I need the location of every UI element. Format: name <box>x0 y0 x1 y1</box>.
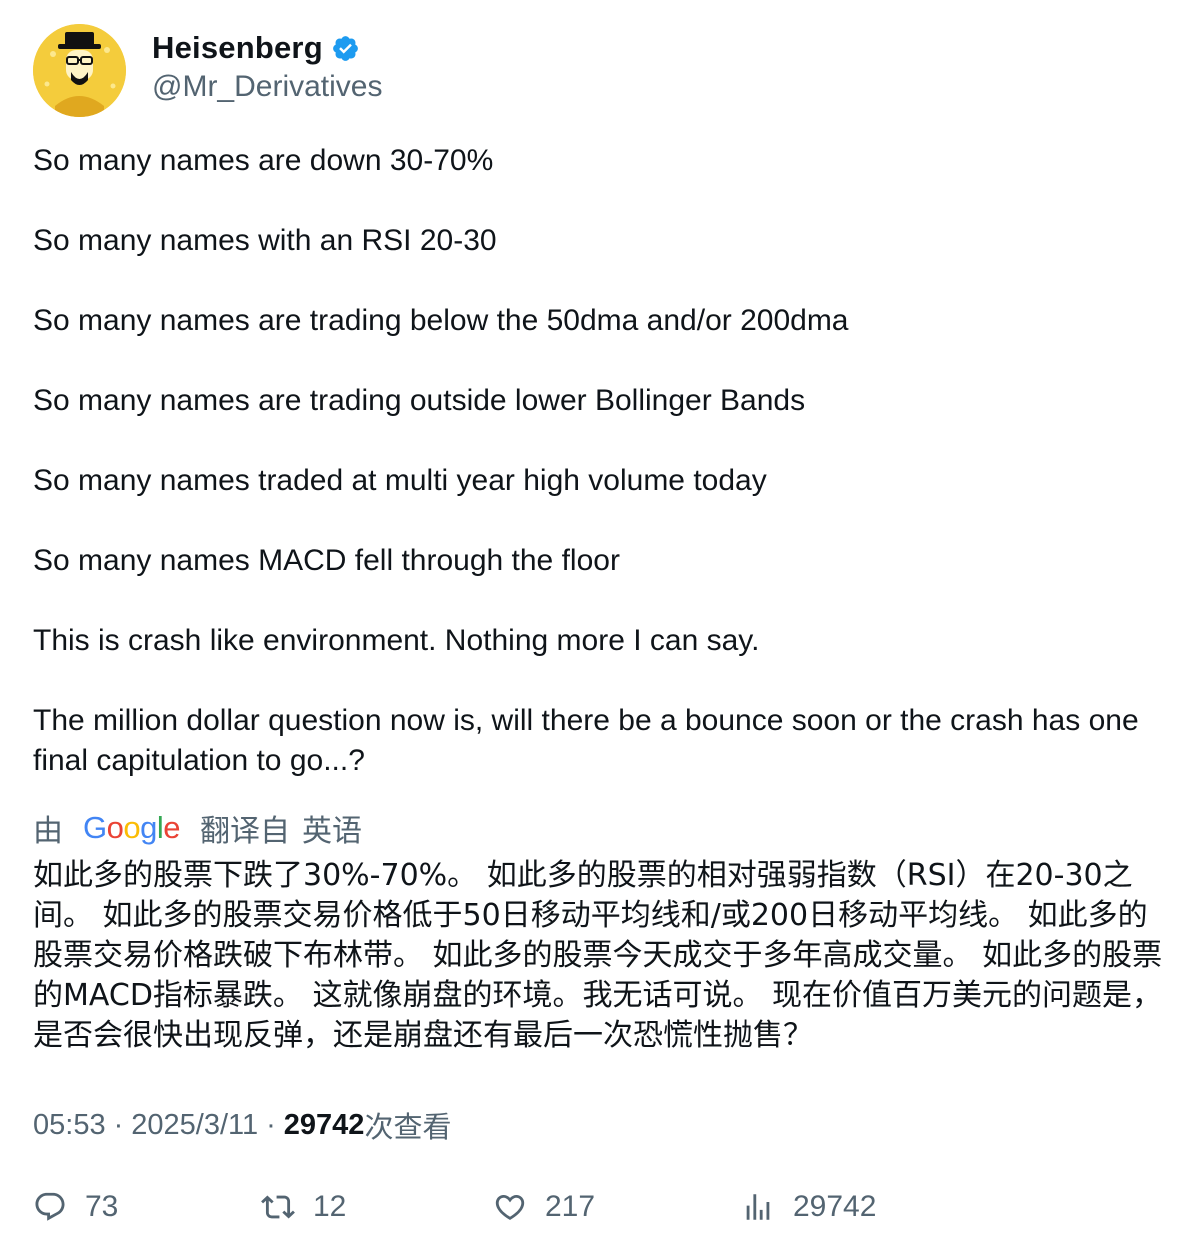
meta-separator: · <box>266 1108 276 1141</box>
retweet-icon <box>261 1195 295 1219</box>
translated-text: 如此多的股票下跌了30%-70%。 如此多的股票的相对强弱指数（RSI）在20-… <box>33 858 1163 1053</box>
tweet-header: Heisenberg @Mr_Derivatives <box>33 24 383 117</box>
reply-count: 73 <box>85 1190 119 1223</box>
tweet-paragraph: So many names are down 30-70% <box>33 144 494 177</box>
views-count-action: 29742 <box>793 1190 877 1223</box>
author-handle[interactable]: @Mr_Derivatives <box>152 70 383 104</box>
tweet-date[interactable]: 2025/3/11 <box>131 1109 258 1142</box>
like-count: 217 <box>545 1190 596 1223</box>
tweet-text: So many names are down 30-70% So many na… <box>33 141 1163 781</box>
heisenberg-avatar-icon[interactable] <box>33 24 126 117</box>
tweet-meta: 05:53 · 2025/3/11 · 29742 次查看 <box>33 1104 451 1146</box>
translation-attribution[interactable]: 由 Google 翻译自 英语 <box>33 808 362 848</box>
translation-prefix: 由 <box>33 815 63 848</box>
tweet-paragraph: This is crash like environment. Nothing … <box>33 624 760 657</box>
tweet-paragraph: So many names are trading outside lower … <box>33 384 806 417</box>
meta-separator: · <box>113 1108 124 1141</box>
tweet-paragraph: So many names traded at multi year high … <box>33 464 767 497</box>
tweet-paragraph: The million dollar question now is, will… <box>33 704 1139 777</box>
views-count: 29742 <box>283 1108 365 1141</box>
tweet-paragraph: So many names MACD fell through the floo… <box>33 544 620 577</box>
tweet-paragraph: So many names are trading below the 50dm… <box>33 304 849 337</box>
translated-from-label: 翻译自 <box>200 815 291 848</box>
tweet-time[interactable]: 05:53 <box>33 1109 106 1142</box>
retweet-count: 12 <box>313 1190 347 1223</box>
retweet-button[interactable]: 12 <box>261 1190 346 1224</box>
reply-icon <box>35 1192 65 1221</box>
tweet-paragraph: So many names with an RSI 20-30 <box>33 224 497 257</box>
views-chart-icon <box>746 1194 770 1220</box>
google-logo: Google <box>83 810 181 845</box>
action-bar: 73 12 217 29742 <box>33 1190 1163 1234</box>
heart-icon <box>495 1194 525 1220</box>
views-label: 次查看 <box>364 1112 452 1144</box>
reply-button[interactable]: 73 <box>33 1190 118 1224</box>
like-button[interactable]: 217 <box>493 1190 595 1224</box>
author-display-name[interactable]: Heisenberg <box>152 30 323 66</box>
views-button[interactable]: 29742 <box>741 1190 876 1224</box>
source-language: 英语 <box>302 815 363 848</box>
verified-badge-icon <box>332 36 358 61</box>
